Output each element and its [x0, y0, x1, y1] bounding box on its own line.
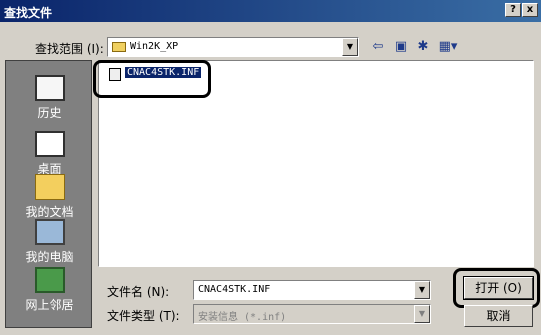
- folder-icon: [112, 42, 126, 52]
- close-button[interactable]: x: [522, 3, 538, 17]
- place-network[interactable]: 网上邻居: [6, 267, 93, 313]
- desktop-icon: [34, 131, 65, 157]
- place-my-documents[interactable]: 我的文档: [6, 174, 93, 220]
- places-bar: 历史 桌面 我的文档 我的电脑 网上邻居: [5, 60, 92, 328]
- place-history-label: 历史: [37, 106, 62, 120]
- arrow-left-icon[interactable]: ⇦: [369, 38, 387, 56]
- title-bar: 查找文件 ? x: [0, 0, 541, 22]
- place-my-documents-label: 我的文档: [25, 205, 74, 219]
- network-icon: [34, 267, 65, 293]
- filetype-select[interactable]: 安装信息 (*.inf) ▼: [193, 304, 431, 324]
- my-documents-icon: [34, 174, 65, 200]
- chevron-down-icon[interactable]: ▼: [414, 305, 430, 323]
- filetype-label: 文件类型 (T):: [107, 309, 180, 323]
- place-history[interactable]: 历史: [6, 75, 93, 121]
- look-in-dropdown[interactable]: Win2K_XP ▼: [107, 37, 359, 57]
- history-icon: [34, 75, 65, 101]
- place-my-computer[interactable]: 我的电脑: [6, 219, 93, 265]
- filename-field[interactable]: CNAC4STK.INF ▼: [193, 280, 431, 300]
- folder-up-icon[interactable]: ▣: [392, 38, 410, 56]
- filetype-value: 安装信息 (*.inf): [198, 312, 287, 323]
- callout-ring: [453, 268, 540, 308]
- place-network-label: 网上邻居: [25, 298, 74, 312]
- place-desktop[interactable]: 桌面: [6, 131, 93, 177]
- find-file-dialog: 查找文件 ? x 查找范围 (I): Win2K_XP ▼ ⇦ ▣ ✱ ▦▾ 历…: [0, 0, 541, 335]
- cancel-button[interactable]: 取消: [464, 305, 533, 327]
- view-menu-icon[interactable]: ▦▾: [437, 38, 459, 56]
- new-folder-icon[interactable]: ✱: [414, 38, 432, 56]
- callout-ring: [93, 60, 211, 98]
- filename-label: 文件名 (N):: [107, 285, 170, 299]
- chevron-down-icon[interactable]: ▼: [342, 38, 358, 56]
- place-my-computer-label: 我的电脑: [25, 250, 74, 264]
- look-in-label: 查找范围 (I):: [35, 42, 104, 56]
- window-title: 查找文件: [4, 6, 53, 20]
- my-computer-icon: [34, 219, 65, 245]
- chevron-down-icon[interactable]: ▼: [414, 281, 430, 299]
- filename-value: CNAC4STK.INF: [198, 284, 271, 295]
- look-in-value: Win2K_XP: [130, 41, 179, 52]
- help-button[interactable]: ?: [505, 3, 521, 17]
